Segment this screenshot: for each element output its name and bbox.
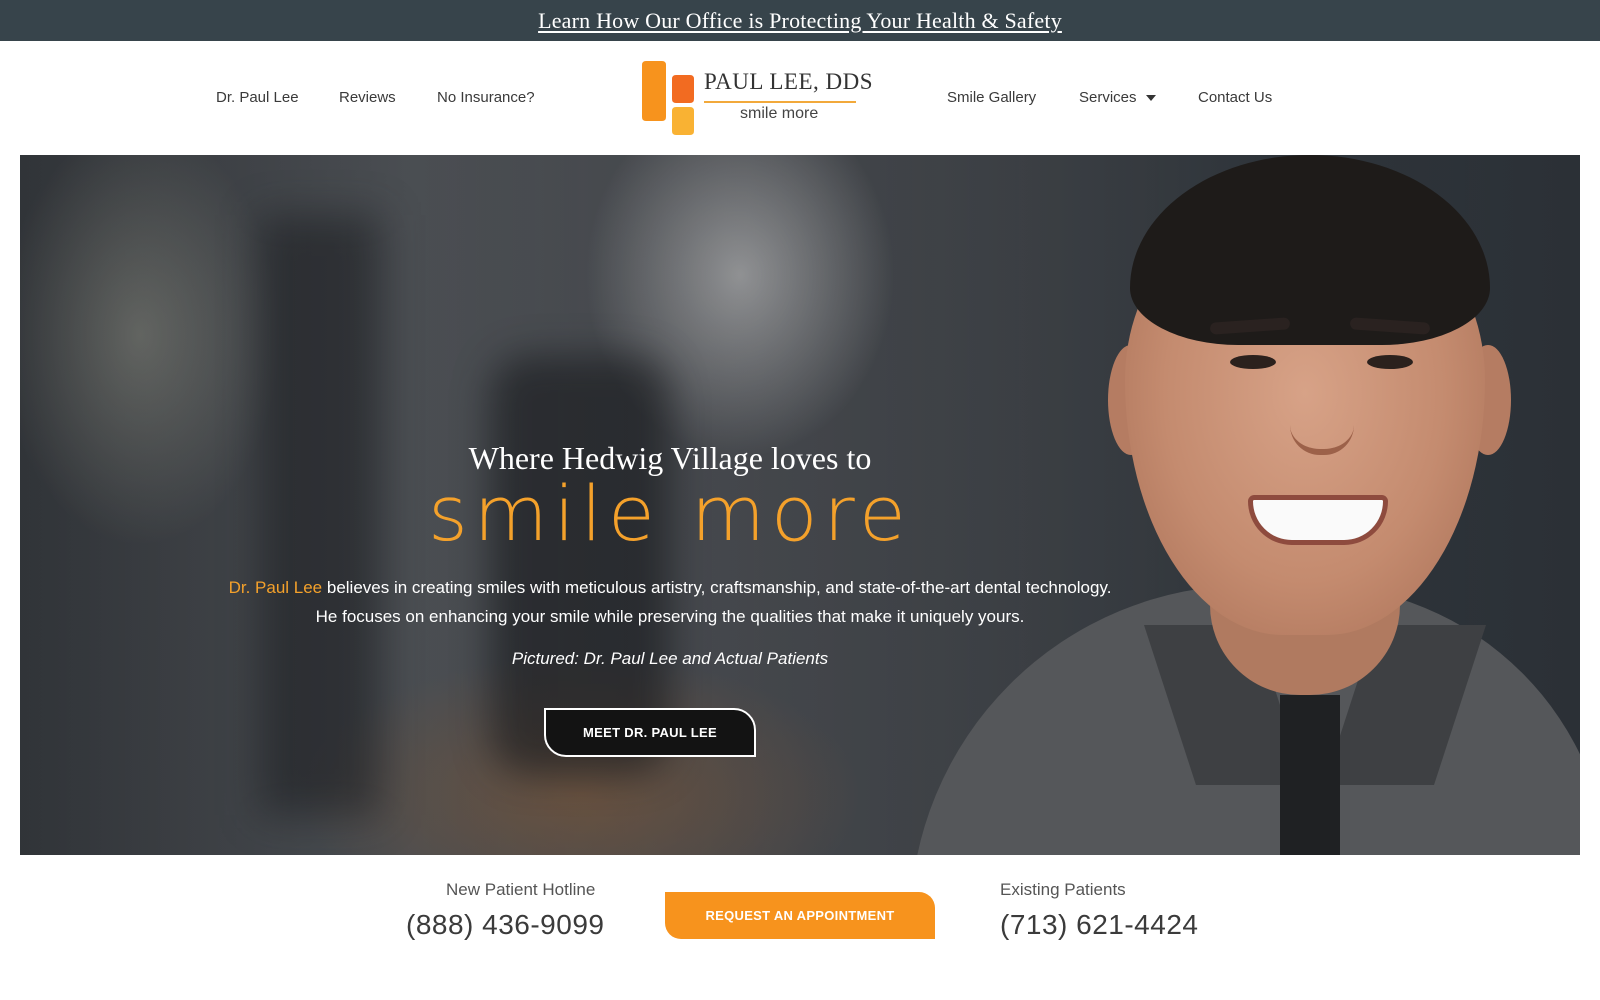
hero-description: Dr. Paul Lee believes in creating smiles… [220,573,1120,631]
nav-reviews[interactable]: Reviews [339,89,396,106]
nav-services[interactable]: Services [1079,89,1156,106]
nav-no-insurance[interactable]: No Insurance? [437,89,535,106]
new-patient-phone[interactable]: (888) 436-9099 [406,909,604,941]
logo-tagline: smile more [740,105,819,122]
logo-divider [704,101,856,103]
nav-smile-gallery[interactable]: Smile Gallery [947,89,1036,106]
hero-caption: Pictured: Dr. Paul Lee and Actual Patien… [511,649,829,668]
request-appointment-button[interactable]: REQUEST AN APPOINTMENT [665,892,935,939]
hero-description-text: believes in creating smiles with meticul… [315,578,1112,626]
hero-doctor-link[interactable]: Dr. Paul Lee [229,578,323,597]
new-patient-label: New Patient Hotline [446,880,596,899]
announcement-bar: Learn How Our Office is Protecting Your … [0,0,1600,41]
health-safety-link[interactable]: Learn How Our Office is Protecting Your … [538,8,1062,34]
nav-contact-us[interactable]: Contact Us [1198,89,1272,106]
logo-mark-icon [642,61,694,135]
hero-banner: Where Hedwig Village loves to smile more… [20,155,1580,855]
caret-down-icon [1145,95,1156,102]
nav-dr-paul-lee[interactable]: Dr. Paul Lee [216,89,299,106]
existing-patients-phone[interactable]: (713) 621-4424 [1000,909,1198,941]
hero-title: smile more [428,469,912,558]
logo-name: PAUL LEE, DDS [704,69,874,94]
site-logo[interactable]: PAUL LEE, DDS smile more [640,61,873,135]
existing-patients-label: Existing Patients [1000,880,1126,899]
site-header: Dr. Paul Lee Reviews No Insurance? PAUL … [0,41,1600,154]
nav-services-label: Services [1079,89,1137,106]
meet-doctor-button[interactable]: MEET DR. PAUL LEE [544,708,756,757]
